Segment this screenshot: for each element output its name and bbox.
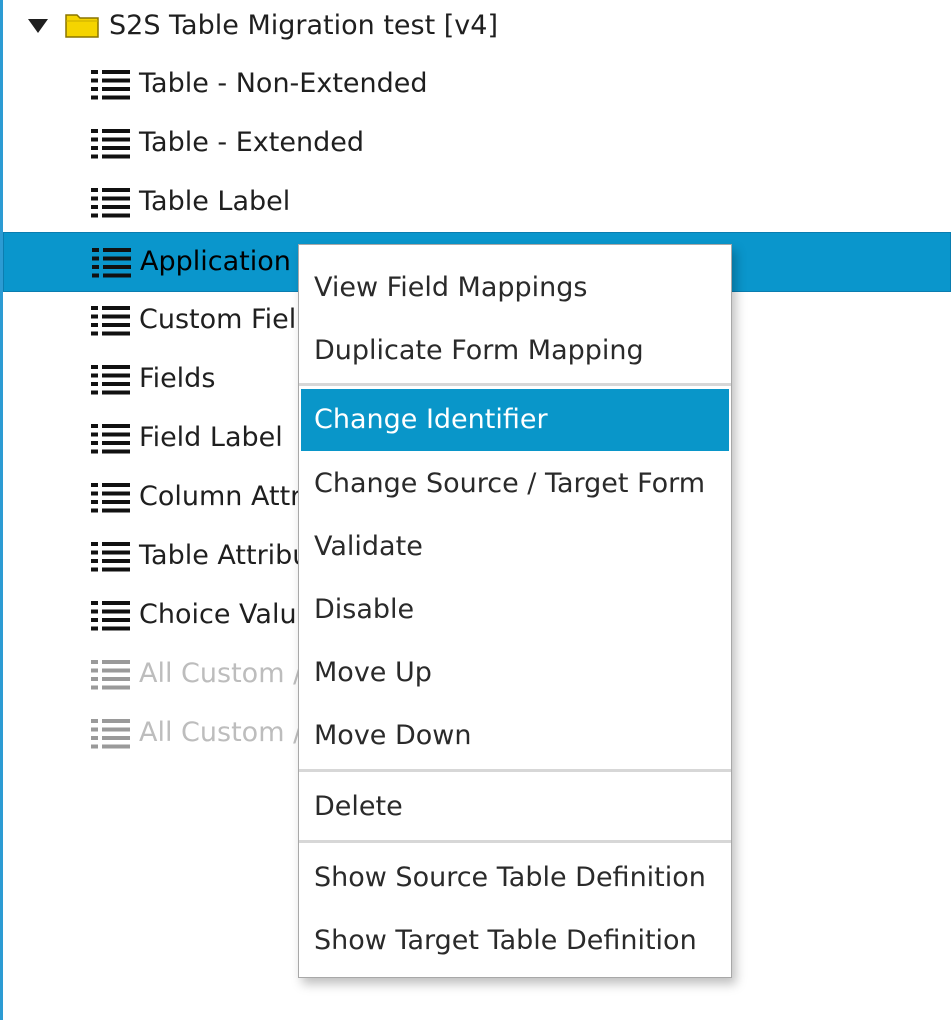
- menu-item-duplicate-form-mapping[interactable]: Duplicate Form Mapping: [301, 320, 729, 382]
- list-icon: [91, 306, 130, 336]
- tree-item-label: Choice Valu: [139, 599, 297, 630]
- tree-item-label: Table - Non-Extended: [139, 68, 428, 99]
- list-icon: [91, 719, 130, 749]
- menu-item-show-source-table-definition[interactable]: Show Source Table Definition: [301, 847, 729, 909]
- tree-item-label: All Custom /: [139, 717, 303, 748]
- menu-separator: [299, 840, 731, 843]
- list-icon: [91, 660, 130, 690]
- menu-separator: [299, 383, 731, 386]
- tree-item[interactable]: Table - Non-Extended: [3, 56, 951, 114]
- list-icon: [92, 248, 131, 278]
- context-menu: View Field Mappings Duplicate Form Mappi…: [298, 244, 732, 978]
- menu-item-show-target-table-definition[interactable]: Show Target Table Definition: [301, 910, 729, 972]
- tree-item[interactable]: Table - Extended: [3, 115, 951, 173]
- list-icon: [91, 365, 130, 395]
- menu-item-change-source-target-form[interactable]: Change Source / Target Form: [301, 453, 729, 515]
- menu-item-view-field-mappings[interactable]: View Field Mappings: [301, 257, 729, 319]
- list-icon: [91, 70, 130, 100]
- tree-root-label: S2S Table Migration test [v4]: [109, 10, 498, 41]
- list-icon: [91, 542, 130, 572]
- menu-item-delete[interactable]: Delete: [301, 776, 729, 838]
- menu-item-move-up[interactable]: Move Up: [301, 642, 729, 704]
- tree-item-label: All Custom /: [139, 658, 303, 689]
- tree-item[interactable]: Table Label: [3, 174, 951, 232]
- menu-item-validate[interactable]: Validate: [301, 516, 729, 578]
- folder-icon: [65, 14, 99, 38]
- tree-item-label: Field Label: [139, 422, 283, 453]
- tree-item-label: Table Label: [139, 186, 291, 217]
- menu-separator: [299, 769, 731, 772]
- list-icon: [91, 601, 130, 631]
- list-icon: [91, 424, 130, 454]
- tree-root-node[interactable]: S2S Table Migration test [v4]: [3, 0, 951, 58]
- list-icon: [91, 483, 130, 513]
- tree-item-label: Fields: [139, 363, 216, 394]
- tree-item-label: Custom Fiel: [139, 304, 297, 335]
- menu-item-disable[interactable]: Disable: [301, 579, 729, 641]
- tree-item-label: Table - Extended: [139, 127, 364, 158]
- menu-item-change-identifier[interactable]: Change Identifier: [301, 389, 729, 451]
- menu-item-move-down[interactable]: Move Down: [301, 705, 729, 767]
- tree-item-label: Column Attr: [139, 481, 302, 512]
- expand-triangle-icon[interactable]: [28, 19, 48, 33]
- list-icon: [91, 129, 130, 159]
- list-icon: [91, 188, 130, 218]
- tree-item-label: Table Attribu: [139, 540, 310, 571]
- tree-item-label: Application: [140, 246, 291, 277]
